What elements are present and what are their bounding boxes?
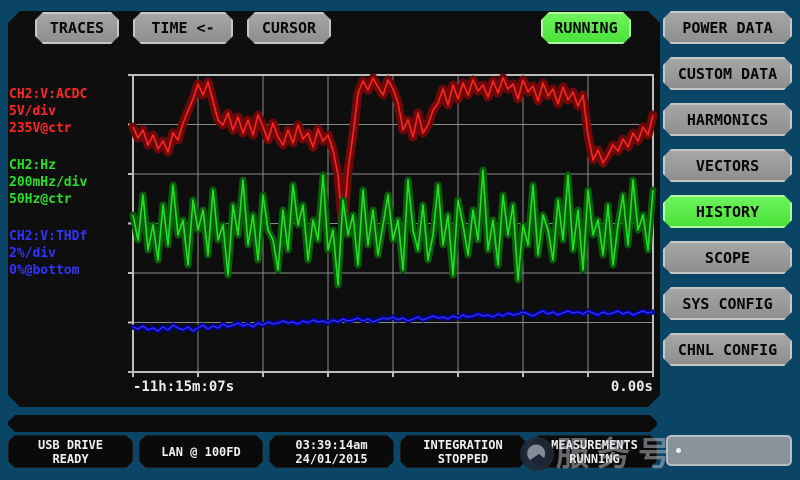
traces-button-label: TRACES [50,19,104,37]
menu-button-power-data[interactable]: POWER DATA [663,11,792,44]
menu-label: HARMONICS [687,111,768,129]
menu-label: VECTORS [696,157,759,175]
status-line: LAN @ 100FD [161,445,240,459]
status-line: READY [52,452,88,466]
trace-reference: 50Hz@ctr [9,191,131,208]
trace-channel: CH2:V:THDf [9,228,131,245]
time-button-label: TIME <- [151,19,214,37]
menu-button-sys-config[interactable]: SYS CONFIG [663,287,792,320]
menu-button-scope[interactable]: SCOPE [663,241,792,274]
status-line: STOPPED [438,452,489,466]
softkey-strip [8,415,657,432]
history-chart [133,75,653,372]
trace-scale: 5V/div [9,103,131,120]
status-line: 24/01/2015 [295,452,367,466]
trace-channel: CH2:V:ACDC [9,86,131,103]
status-line: USB DRIVE [38,438,103,452]
status-line: 03:39:14am [295,438,367,452]
cursor-button[interactable]: CURSOR [247,12,331,44]
menu-button-chnl-config[interactable]: CHNL CONFIG [663,333,792,366]
traces-button[interactable]: TRACES [35,12,119,44]
menu-label: SCOPE [705,249,750,267]
running-indicator-label: RUNNING [554,19,617,37]
cursor-button-label: CURSOR [262,19,316,37]
status-tile-integration: INTEGRATION STOPPED [400,435,526,468]
menu-label: POWER DATA [682,19,772,37]
x-axis-end-label: 0.00s [503,379,653,395]
watermark-logo-icon [519,436,555,472]
analyzer-screen: TRACES TIME <- CURSOR RUNNING POWER DATA… [0,0,800,480]
menu-button-history[interactable]: HISTORY [663,195,792,228]
menu-label: CUSTOM DATA [678,65,777,83]
menu-button-custom-data[interactable]: CUSTOM DATA [663,57,792,90]
menu-button-vectors[interactable]: VECTORS [663,149,792,182]
menu-label: SYS CONFIG [682,295,772,313]
trace-legend-frequency: CH2:Hz 200mHz/div 50Hz@ctr [9,157,131,208]
status-tile-usb: USB DRIVE READY [8,435,133,468]
watermark-text: 服务号 [556,436,679,472]
trace-legend-voltage: CH2:V:ACDC 5V/div 235V@ctr [9,86,131,137]
trace-legend-thd: CH2:V:THDf 2%/div 0%@bottom [9,228,131,279]
trace-scale: 2%/div [9,245,131,262]
trace-scale: 200mHz/div [9,174,131,191]
menu-label: HISTORY [696,203,759,221]
menu-label: CHNL CONFIG [678,341,777,359]
status-line: INTEGRATION [423,438,502,452]
menu-button-harmonics[interactable]: HARMONICS [663,103,792,136]
watermark-dot [676,448,681,453]
status-tile-lan: LAN @ 100FD [139,435,263,468]
x-axis-start-label: -11h:15m:07s [133,379,234,395]
time-button[interactable]: TIME <- [133,12,233,44]
trace-reference: 235V@ctr [9,120,131,137]
trace-reference: 0%@bottom [9,262,131,279]
running-indicator[interactable]: RUNNING [541,12,631,44]
status-tile-clock: 03:39:14am 24/01/2015 [269,435,394,468]
trace-channel: CH2:Hz [9,157,131,174]
watermark-blur-box [666,435,792,466]
